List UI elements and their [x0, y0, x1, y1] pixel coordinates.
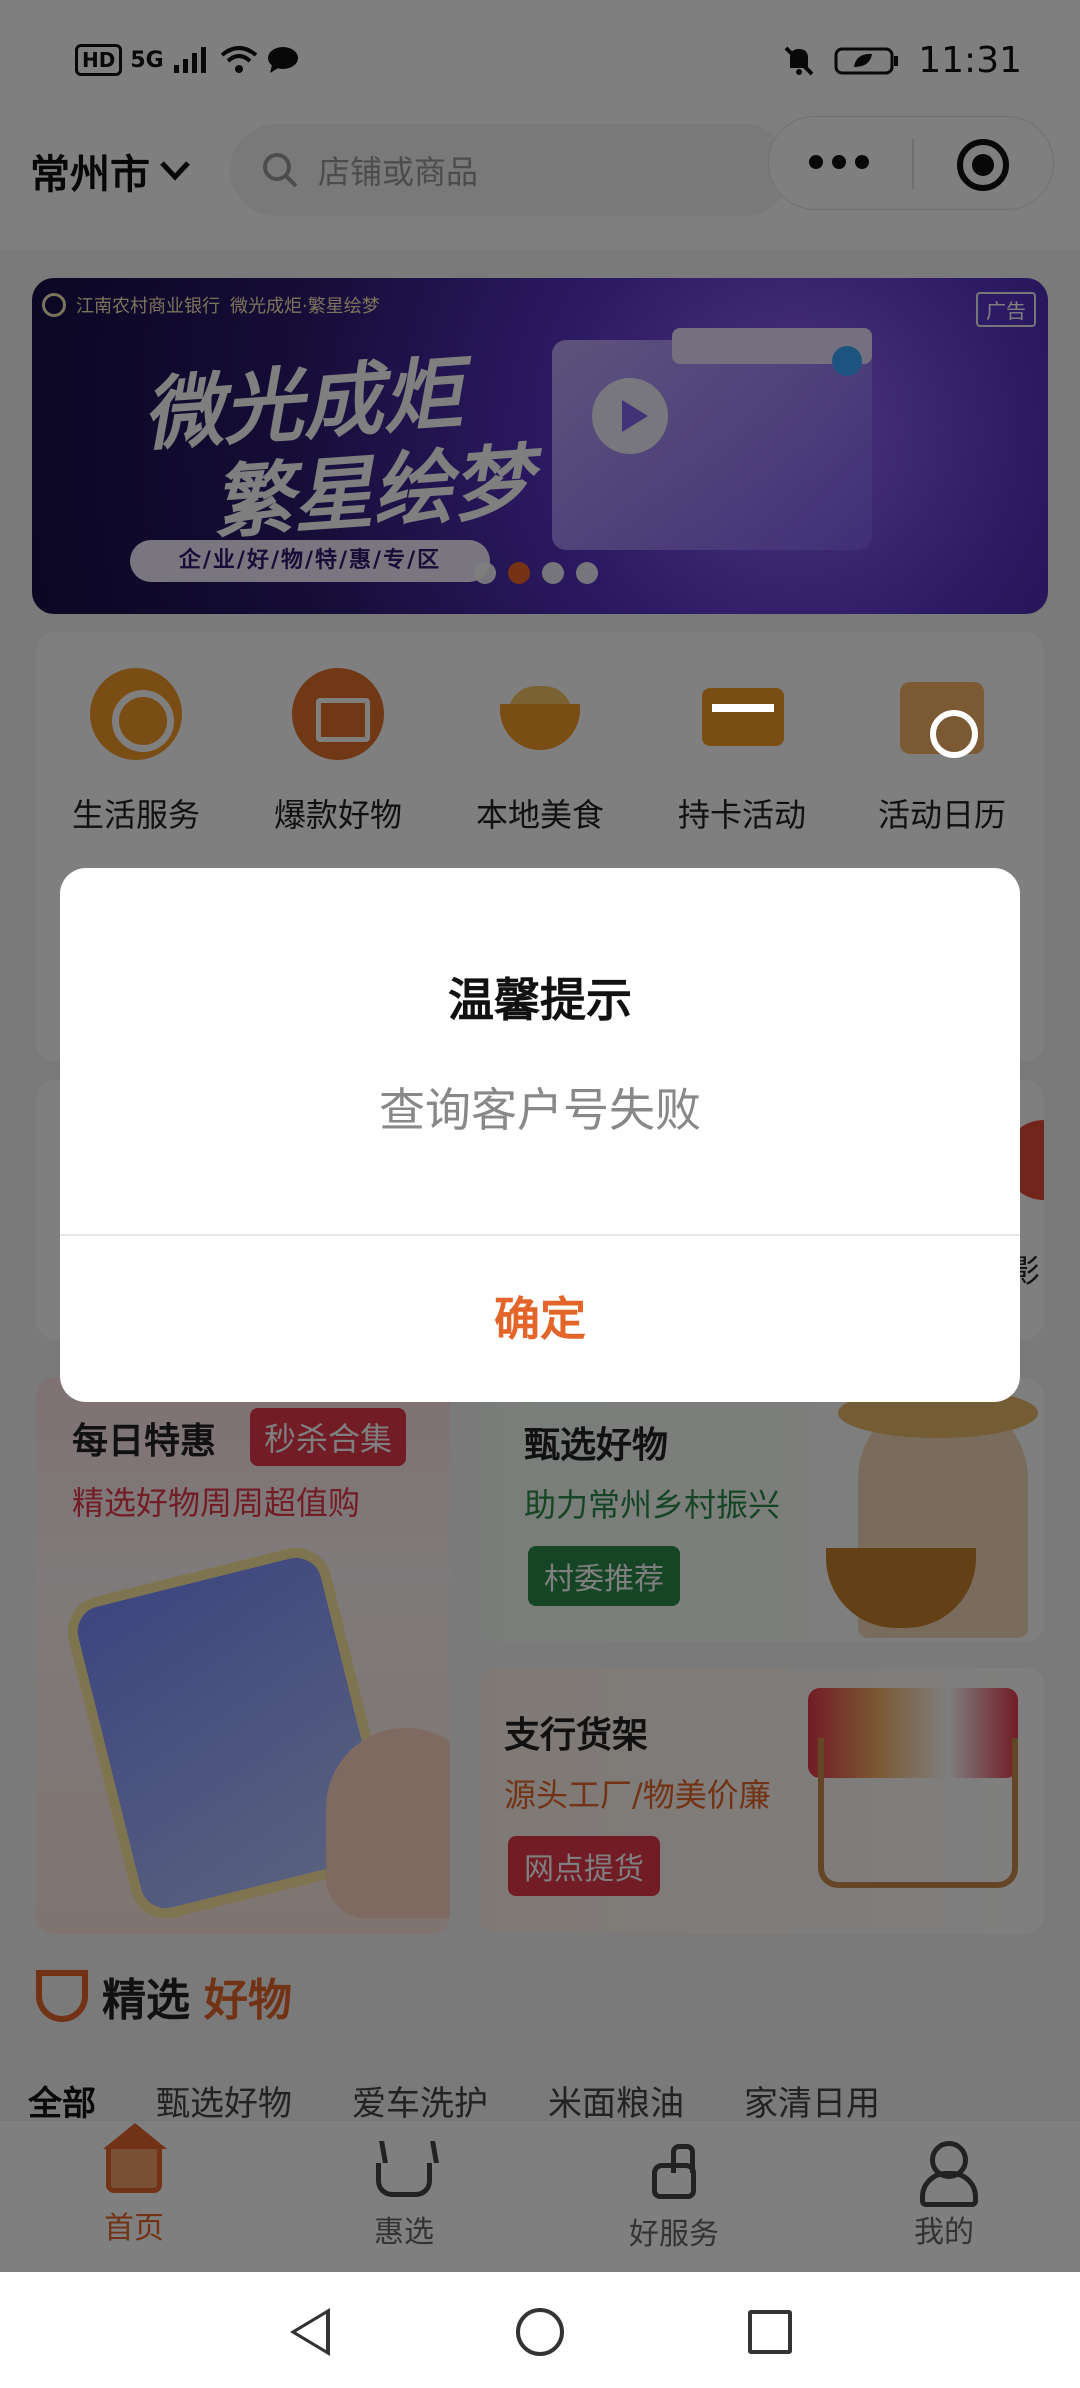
system-nav-bar	[0, 2272, 1080, 2388]
dialog-title: 温馨提示	[448, 973, 632, 1027]
home-circle-icon[interactable]	[516, 2308, 564, 2356]
back-icon[interactable]	[290, 2308, 330, 2356]
recent-apps-icon[interactable]	[748, 2310, 792, 2354]
alert-dialog: 温馨提示 查询客户号失败 确定	[60, 868, 1020, 1402]
confirm-button[interactable]: 确定	[60, 1236, 1020, 1402]
dialog-message: 查询客户号失败	[379, 1083, 701, 1137]
